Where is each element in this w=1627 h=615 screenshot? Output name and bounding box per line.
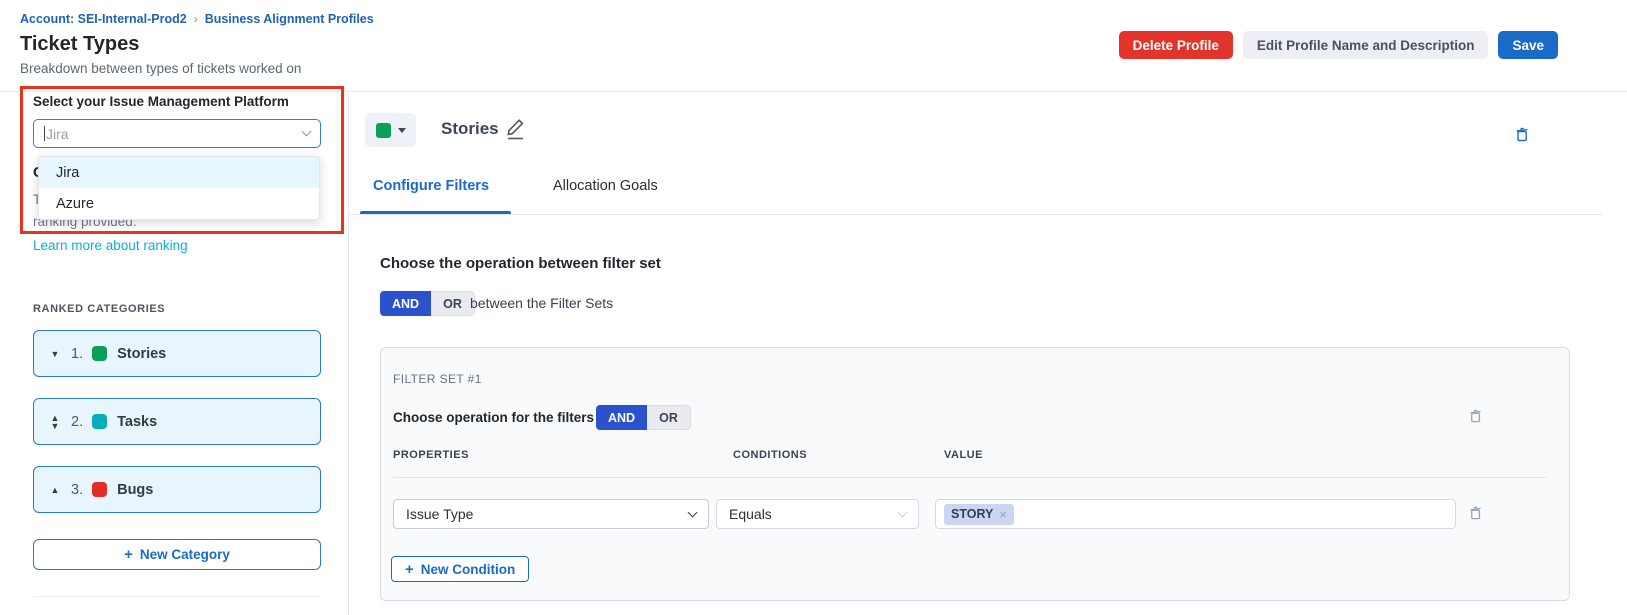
category-color-dot: [92, 346, 107, 361]
category-row-tasks[interactable]: ▲ ▼ 2. Tasks: [33, 398, 321, 445]
category-label: Bugs: [117, 482, 153, 498]
column-header-value: VALUE: [944, 449, 983, 461]
tabbar-divider: [349, 214, 1602, 215]
page-subtitle: Breakdown between types of tickets worke…: [20, 61, 301, 76]
and-toggle-button[interactable]: AND: [596, 405, 647, 430]
page: Account: SEI-Internal-Prod2 › Business A…: [0, 0, 1627, 615]
category-rank: 3.: [71, 482, 83, 498]
filter-card-divider: [393, 477, 1546, 478]
filter-set-card: [380, 347, 1570, 601]
sort-up-down-icon[interactable]: ▲ ▼: [48, 414, 62, 430]
delete-condition-trash-icon[interactable]: [1468, 505, 1484, 522]
filter-set-operation-heading: Choose the operation between filter set: [380, 255, 661, 272]
breadcrumb: Account: SEI-Internal-Prod2 › Business A…: [20, 12, 374, 26]
edit-profile-name-button[interactable]: Edit Profile Name and Description: [1243, 31, 1489, 59]
column-header-properties: PROPERTIES: [393, 449, 469, 461]
operation-caption: between the Filter Sets: [470, 295, 613, 311]
category-row-stories[interactable]: ▼ 1. Stories: [33, 330, 321, 377]
plus-icon: +: [124, 546, 133, 563]
dropdown-option-azure[interactable]: Azure: [39, 188, 319, 219]
category-color-dot: [92, 482, 107, 497]
value-input-field[interactable]: STORY ×: [935, 499, 1456, 529]
platform-input-placeholder: Jira: [46, 126, 69, 142]
category-label: Tasks: [117, 414, 157, 430]
ranked-categories-title: RANKED CATEGORIES: [33, 303, 165, 315]
breadcrumb-section-link[interactable]: Business Alignment Profiles: [205, 12, 374, 26]
category-color-dot: [92, 414, 107, 429]
platform-dropdown-menu: Jira Azure: [38, 156, 320, 220]
text-cursor: [44, 126, 45, 141]
property-select[interactable]: Issue Type: [393, 499, 709, 529]
chevron-down-icon: [898, 507, 908, 517]
category-color-swatch-button[interactable]: [365, 113, 416, 147]
condition-select[interactable]: Equals: [716, 499, 919, 529]
chevron-down-icon[interactable]: [302, 127, 312, 137]
value-tag-label: STORY: [951, 507, 993, 521]
save-button[interactable]: Save: [1498, 31, 1558, 59]
platform-select-input[interactable]: Jira: [33, 119, 321, 148]
learn-more-ranking-link[interactable]: Learn more about ranking: [33, 238, 188, 253]
and-toggle-button[interactable]: AND: [380, 291, 431, 316]
category-name-heading: Stories: [441, 119, 499, 139]
breadcrumb-account-link[interactable]: Account: SEI-Internal-Prod2: [20, 12, 187, 26]
sidebar-divider: [348, 92, 349, 615]
delete-profile-button[interactable]: Delete Profile: [1119, 31, 1233, 59]
new-condition-button[interactable]: + New Condition: [391, 556, 529, 582]
sort-up-icon[interactable]: ▲: [48, 486, 62, 494]
dropdown-option-jira[interactable]: Jira: [39, 157, 319, 188]
or-toggle-button[interactable]: OR: [431, 291, 475, 316]
category-rank: 2.: [71, 414, 83, 430]
column-header-conditions: CONDITIONS: [733, 449, 807, 461]
filter-set-title: FILTER SET #1: [393, 372, 482, 386]
header-divider: [0, 91, 1627, 92]
delete-category-trash-icon[interactable]: [1514, 126, 1530, 143]
platform-select-label: Select your Issue Management Platform: [33, 94, 289, 109]
delete-filter-set-trash-icon[interactable]: [1468, 408, 1484, 425]
tab-configure-filters[interactable]: Configure Filters: [373, 178, 489, 194]
category-label: Stories: [117, 346, 166, 362]
sort-down-icon[interactable]: ▼: [48, 350, 62, 358]
color-swatch: [376, 123, 391, 138]
or-toggle-button[interactable]: OR: [647, 405, 691, 430]
edit-pencil-icon[interactable]: [505, 117, 527, 141]
header-actions: Delete Profile Edit Profile Name and Des…: [1119, 31, 1558, 59]
page-title: Ticket Types: [20, 33, 139, 56]
new-category-button[interactable]: + New Category: [33, 539, 321, 570]
category-row-bugs[interactable]: ▲ 3. Bugs: [33, 466, 321, 513]
tab-allocation-goals[interactable]: Allocation Goals: [553, 178, 658, 194]
plus-icon: +: [405, 561, 414, 578]
filters-and-or-toggle: AND OR: [596, 405, 691, 430]
sidebar-bottom-divider: [33, 596, 321, 597]
chevron-down-icon: [398, 128, 406, 133]
filter-sets-and-or-toggle: AND OR: [380, 291, 475, 316]
value-tag: STORY ×: [944, 504, 1014, 525]
chevron-down-icon: [688, 507, 698, 517]
filters-operation-label: Choose operation for the filters: [393, 410, 594, 425]
breadcrumb-separator-icon: ›: [194, 12, 198, 26]
close-icon[interactable]: ×: [999, 507, 1007, 522]
category-rank: 1.: [71, 346, 83, 362]
